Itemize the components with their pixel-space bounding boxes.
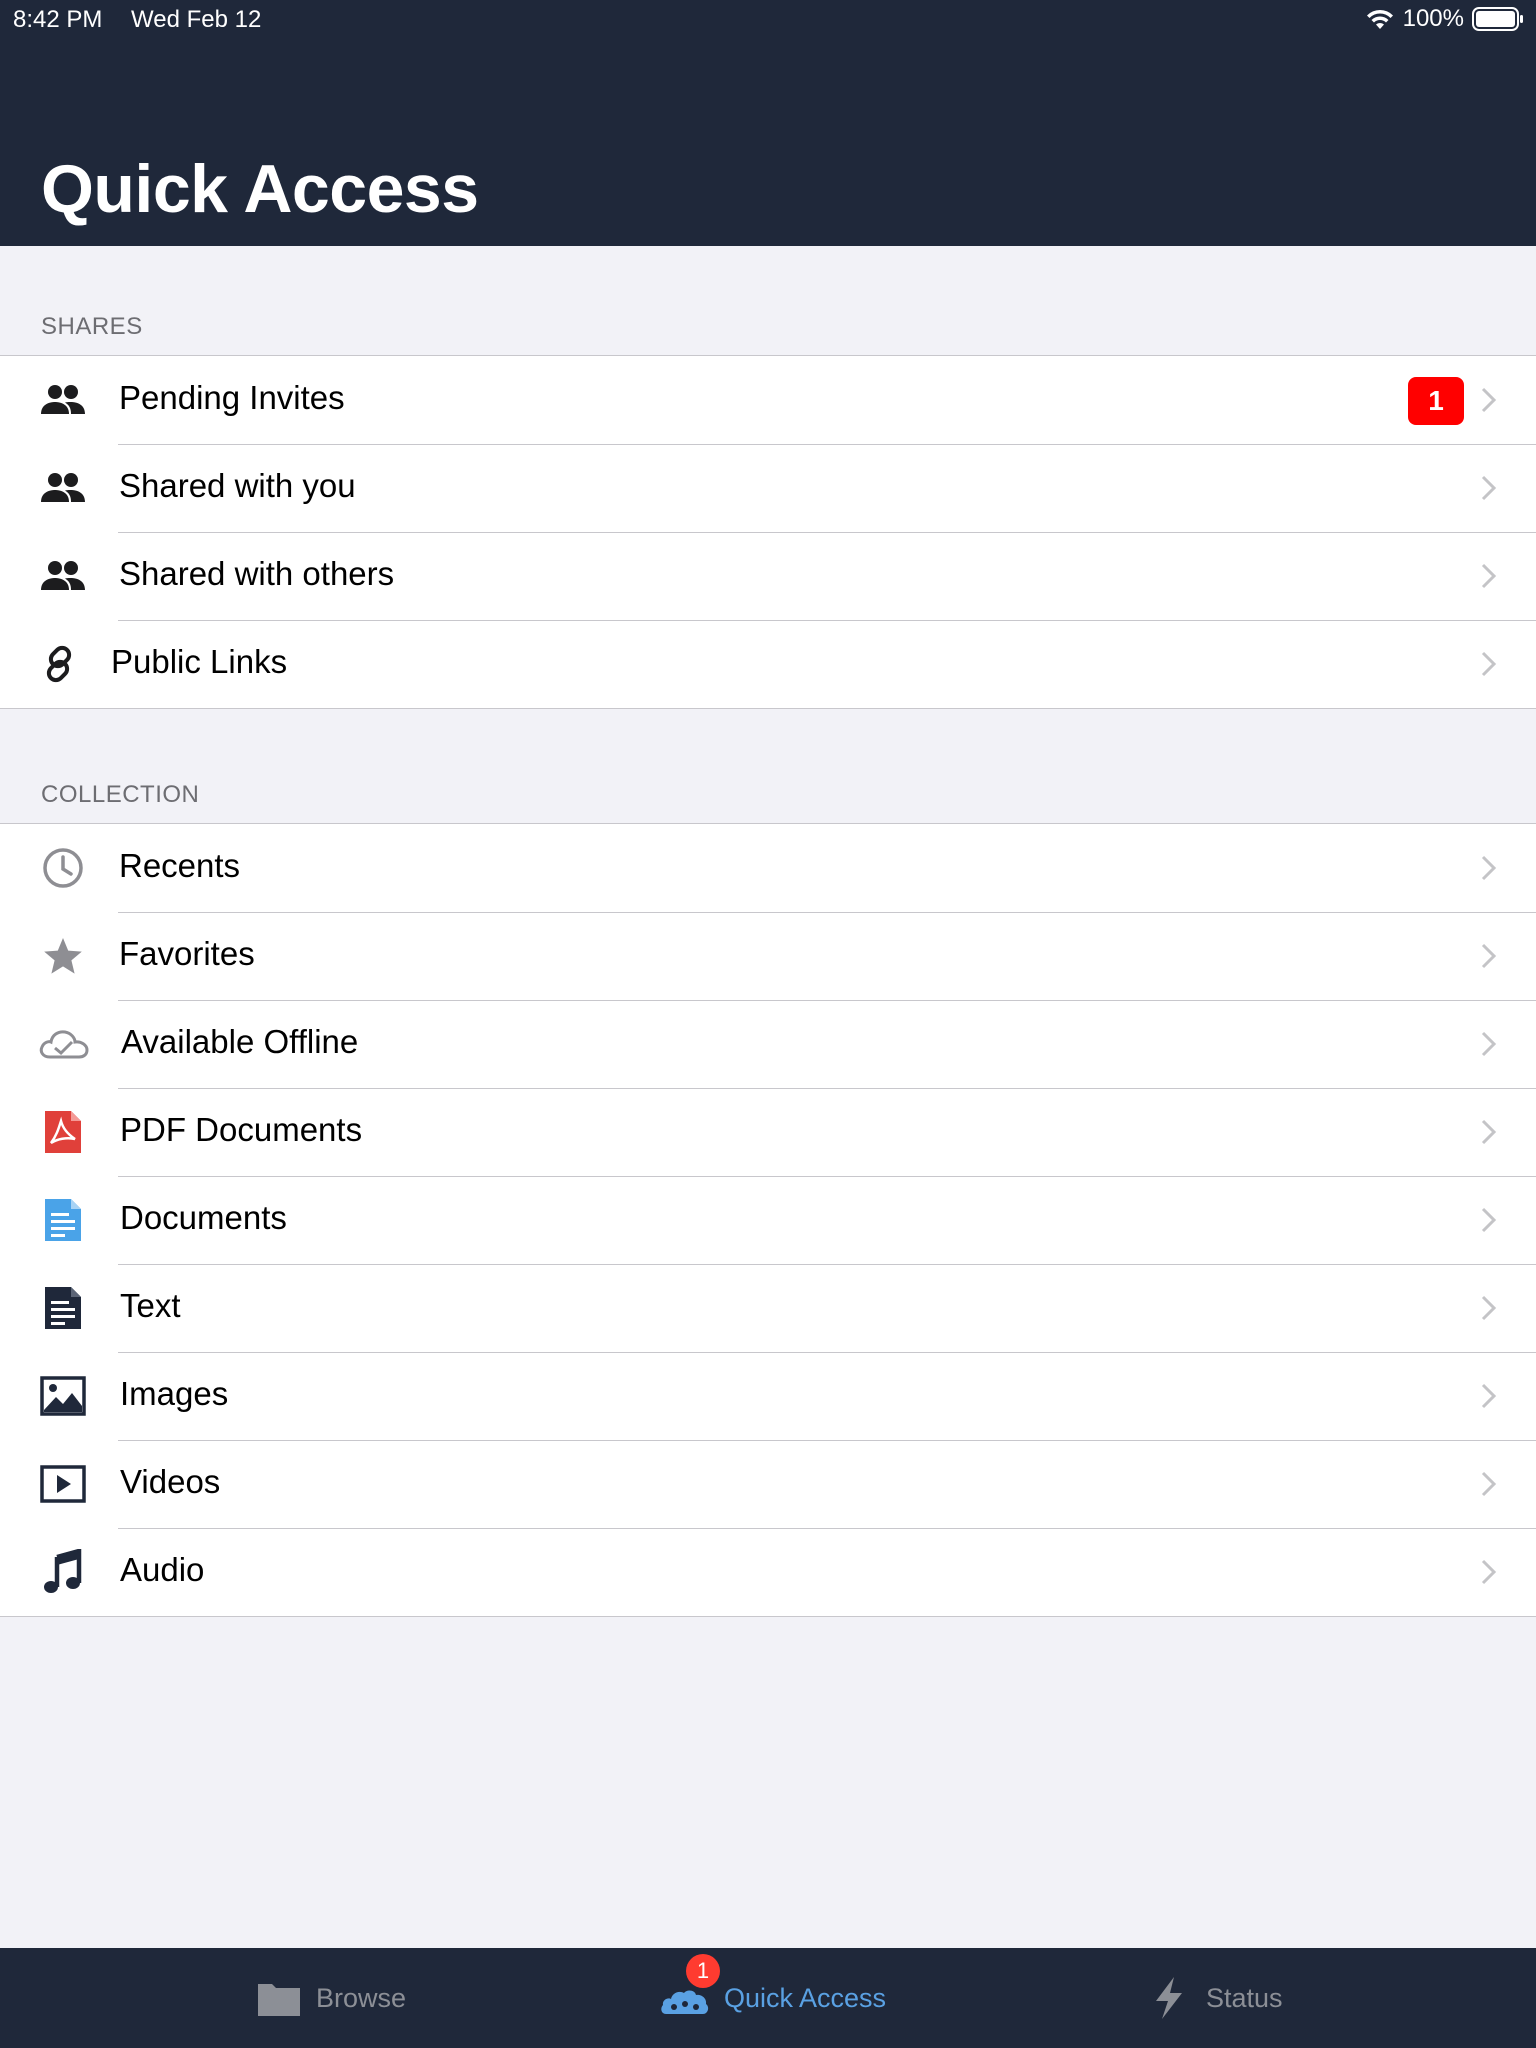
chevron-right-icon [1481,651,1497,677]
row-label: Pending Invites [119,379,345,416]
shares-list: Pending Invites 1 Shared with you Shared… [0,355,1536,709]
chevron-right-icon [1481,943,1497,969]
chevron-right-icon [1481,1295,1497,1321]
row-available-offline[interactable]: Available Offline [0,1000,1536,1088]
row-recents[interactable]: Recents [0,824,1536,912]
music-note-icon [40,1549,86,1594]
status-indicators: 100% [1365,5,1524,33]
chevron-right-icon [1481,1559,1497,1585]
row-favorites[interactable]: Favorites [0,912,1536,1000]
tab-badge: 1 [686,1954,720,1988]
chevron-right-icon [1481,1119,1497,1145]
clock-icon [40,846,86,890]
row-shared-with-you[interactable]: Shared with you [0,444,1536,532]
video-icon [40,1462,86,1506]
section-header-collection: COLLECTION [41,781,200,808]
people-icon [40,554,86,598]
row-label: Images [120,1375,229,1412]
row-label: Favorites [119,935,255,972]
tab-bar: Browse 1 Quick Access Status [0,1948,1536,2048]
lightning-icon [1156,1977,1182,2019]
tab-label: Browse [316,1982,407,2013]
section-header-shares: SHARES [41,313,143,340]
collection-list: Recents Favorites Available Offline PDF … [0,823,1536,1617]
cloud-check-icon [38,1022,90,1066]
row-label: Shared with you [119,467,356,504]
row-images[interactable]: Images [0,1352,1536,1440]
people-icon [40,378,86,422]
row-label: Recents [119,847,241,884]
link-icon [36,642,82,686]
status-date: Wed Feb 12 [131,6,262,33]
quick-access-screen: 8:42 PM Wed Feb 12 100% Quick Access SHA… [0,0,1536,2048]
chevron-right-icon [1481,1207,1497,1233]
chevron-right-icon [1481,387,1497,413]
tab-status[interactable]: Status [1146,1948,1283,2048]
chevron-right-icon [1481,1383,1497,1409]
chevron-right-icon [1481,855,1497,881]
row-label: Documents [120,1199,287,1236]
battery-percent: 100% [1402,5,1464,32]
row-pending-invites[interactable]: Pending Invites 1 [0,356,1536,444]
navigation-header: 8:42 PM Wed Feb 12 100% Quick Access [0,0,1536,246]
row-label: Available Offline [121,1023,359,1060]
row-videos[interactable]: Videos [0,1440,1536,1528]
tab-browse[interactable]: Browse [256,1948,406,2048]
row-pdf-documents[interactable]: PDF Documents [0,1088,1536,1176]
chevron-right-icon [1481,475,1497,501]
status-time: 8:42 PM [13,6,103,33]
row-label: Text [120,1287,181,1324]
star-icon [40,934,86,978]
people-icon [40,466,86,510]
pdf-icon [40,1110,86,1154]
row-label: PDF Documents [120,1111,363,1148]
tab-label: Quick Access [724,1982,887,2013]
row-label: Public Links [111,643,288,680]
image-icon [40,1374,86,1418]
wifi-icon [1366,9,1393,29]
page-title: Quick Access [41,151,479,227]
chevron-right-icon [1481,563,1497,589]
chevron-right-icon [1481,1471,1497,1497]
row-label: Videos [120,1463,221,1500]
row-text[interactable]: Text [0,1264,1536,1352]
tab-label: Status [1206,1982,1283,2013]
document-icon [40,1198,86,1242]
chevron-right-icon [1481,1031,1497,1057]
folder-icon [258,1984,300,2016]
battery-icon [1472,7,1523,31]
pending-count-badge: 1 [1408,377,1464,425]
row-shared-with-others[interactable]: Shared with others [0,532,1536,620]
row-label: Shared with others [119,555,395,592]
row-audio[interactable]: Audio [0,1528,1536,1616]
row-documents[interactable]: Documents [0,1176,1536,1264]
row-public-links[interactable]: Public Links [0,620,1536,708]
tab-quick-access[interactable]: 1 Quick Access [660,1948,886,2048]
text-file-icon [40,1286,86,1330]
row-label: Audio [120,1551,205,1588]
